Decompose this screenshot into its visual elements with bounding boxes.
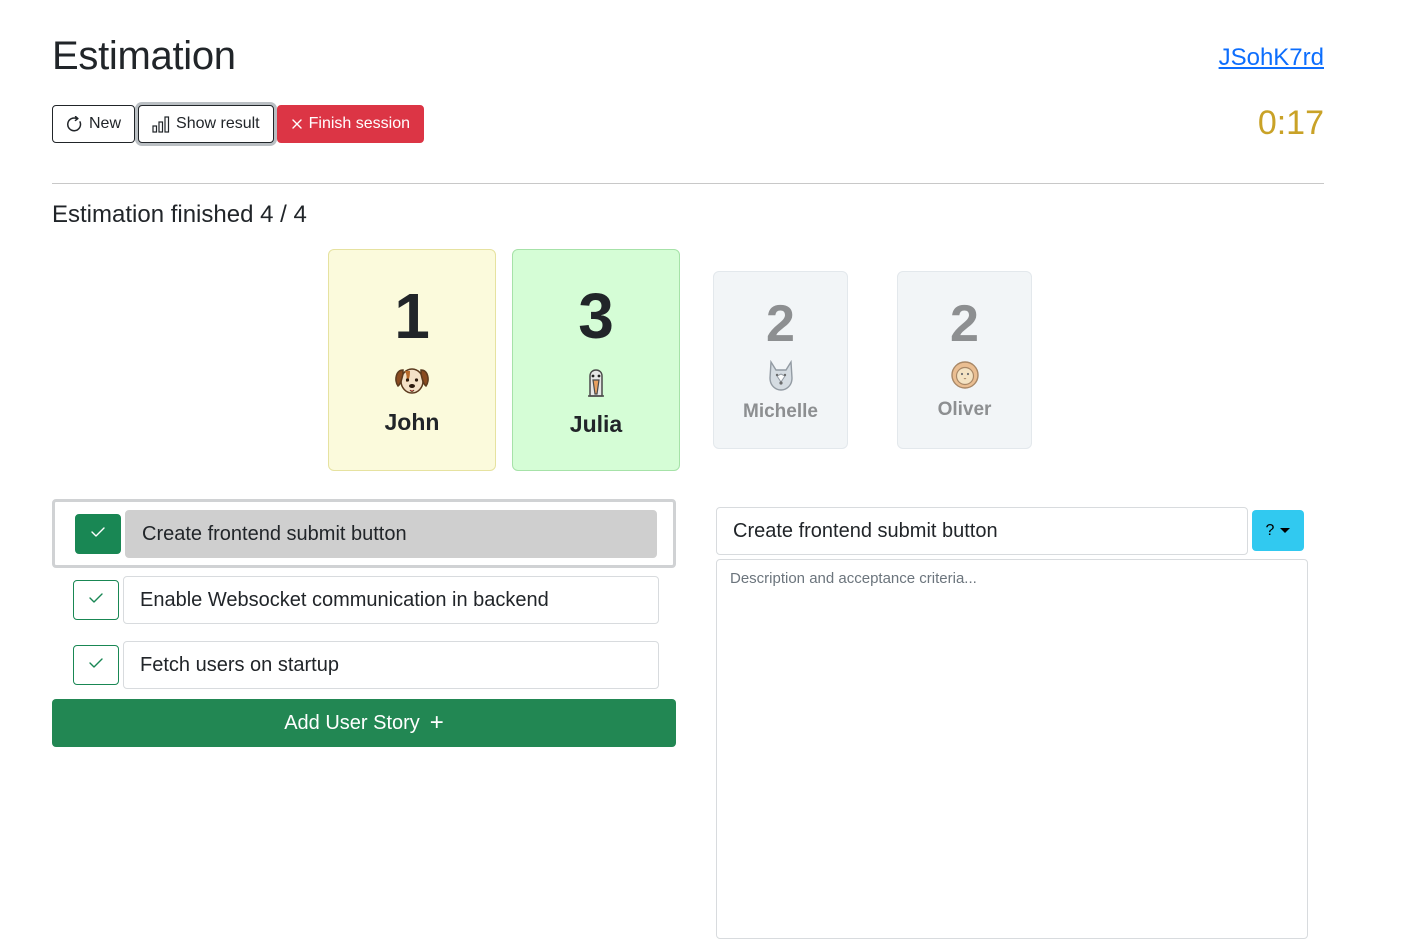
add-user-story-label: Add User Story	[284, 711, 420, 734]
story-check-button[interactable]	[73, 580, 119, 620]
card-value: 2	[766, 295, 795, 353]
refresh-icon	[66, 115, 83, 133]
wolf-icon	[766, 359, 796, 397]
check-icon	[88, 591, 104, 610]
goose-icon	[576, 362, 616, 405]
finish-session-label: Finish session	[308, 115, 410, 132]
story-title[interactable]: Enable Websocket communication in backen…	[123, 576, 659, 624]
card-value: 2	[950, 295, 979, 353]
caret-down-icon	[1280, 528, 1291, 533]
story-title[interactable]: Fetch users on startup	[123, 641, 659, 689]
estimate-card-john: 1 John	[328, 249, 496, 471]
description-textarea[interactable]: Description and acceptance criteria...	[716, 559, 1308, 939]
close-icon	[291, 118, 303, 130]
finish-session-button[interactable]: Finish session	[276, 105, 424, 143]
bar-chart-icon	[152, 115, 170, 133]
plus-icon: +	[429, 709, 444, 736]
card-player-name: John	[384, 409, 440, 435]
timer: 0:17	[1257, 104, 1324, 142]
show-result-label: Show result	[176, 115, 260, 132]
card-player-name: Julia	[569, 411, 623, 437]
story-check-button[interactable]	[73, 645, 119, 685]
show-result-button[interactable]: Show result	[138, 105, 274, 143]
card-value: 3	[578, 280, 614, 352]
story-row: Fetch users on startup	[52, 633, 676, 698]
story-check-button[interactable]	[75, 514, 121, 554]
card-player-name: Oliver	[937, 399, 992, 420]
story-title-input[interactable]: Create frontend submit button	[716, 507, 1248, 555]
story-title[interactable]: Create frontend submit button	[125, 510, 657, 558]
card-value: 1	[394, 280, 430, 352]
new-button-label: New	[89, 115, 122, 132]
user-story-list: Create frontend submit button Enable Web…	[52, 499, 676, 698]
divider	[52, 183, 1324, 184]
story-row: Enable Websocket communication in backen…	[52, 568, 676, 633]
new-button[interactable]: New	[52, 105, 136, 143]
card-player-name: Michelle	[743, 401, 818, 422]
estimate-card-oliver: 2 Oliver	[897, 271, 1032, 449]
estimate-card-julia: 3 Julia	[512, 249, 680, 471]
estimation-status: Estimation finished 4 / 4	[52, 201, 307, 228]
dog-icon	[392, 362, 432, 403]
estimate-dropdown[interactable]: ?	[1252, 510, 1304, 551]
session-id-link[interactable]: JSohK7rd	[1219, 44, 1324, 72]
story-row-selected: Create frontend submit button	[52, 499, 676, 568]
check-icon	[90, 525, 106, 544]
lion-icon	[950, 360, 980, 395]
page-title: Estimation	[52, 34, 236, 78]
check-icon	[88, 656, 104, 675]
estimation-page: Estimation JSohK7rd New Show result Fini…	[0, 0, 1414, 939]
add-user-story-button[interactable]: Add User Story +	[52, 699, 676, 747]
toolbar: New Show result Finish session	[52, 105, 424, 143]
estimate-card-michelle: 2 Michelle	[713, 271, 848, 449]
estimate-dropdown-value: ?	[1265, 521, 1275, 539]
